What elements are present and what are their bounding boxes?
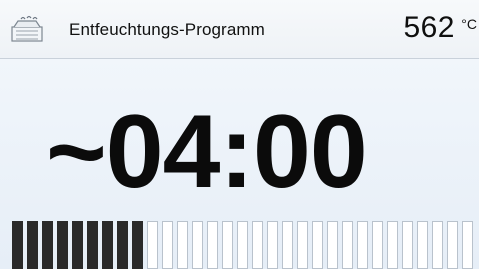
progress-segment-filled bbox=[12, 221, 23, 269]
progress-segment-empty bbox=[447, 221, 458, 269]
progress-segment-empty bbox=[402, 221, 413, 269]
progress-segment-empty bbox=[387, 221, 398, 269]
progress-segment-empty bbox=[327, 221, 338, 269]
progress-segment-empty bbox=[297, 221, 308, 269]
progress-segment-empty bbox=[432, 221, 443, 269]
progress-segment-empty bbox=[417, 221, 428, 269]
progress-bar bbox=[12, 221, 479, 269]
progress-segment-filled bbox=[117, 221, 128, 269]
progress-segment-empty bbox=[312, 221, 323, 269]
progress-segment-filled bbox=[72, 221, 83, 269]
progress-segment-empty bbox=[342, 221, 353, 269]
progress-segment-filled bbox=[42, 221, 53, 269]
progress-segment-filled bbox=[132, 221, 143, 269]
progress-segment-empty bbox=[207, 221, 218, 269]
progress-segment-empty bbox=[177, 221, 188, 269]
program-title: Entfeuchtungs-Programm bbox=[69, 20, 265, 39]
progress-segment-filled bbox=[87, 221, 98, 269]
progress-segment-empty bbox=[267, 221, 278, 269]
progress-segment-empty bbox=[237, 221, 248, 269]
progress-segment-empty bbox=[192, 221, 203, 269]
progress-segment-empty bbox=[252, 221, 263, 269]
progress-segment-filled bbox=[102, 221, 113, 269]
header-bar: Entfeuchtungs-Programm 562 °C bbox=[0, 0, 479, 59]
progress-segment-filled bbox=[57, 221, 68, 269]
progress-segment-empty bbox=[222, 221, 233, 269]
progress-segment-empty bbox=[372, 221, 383, 269]
progress-segment-empty bbox=[282, 221, 293, 269]
dehumidify-program-icon bbox=[11, 15, 43, 42]
progress-segment-empty bbox=[147, 221, 158, 269]
progress-segment-empty bbox=[162, 221, 173, 269]
temperature-value: 562 bbox=[403, 11, 455, 44]
oven-display: Entfeuchtungs-Programm 562 °C ~04:00 bbox=[0, 0, 479, 269]
temperature-unit: °C bbox=[461, 16, 477, 32]
progress-segment-empty bbox=[462, 221, 473, 269]
remaining-time: ~04:00 bbox=[46, 94, 368, 210]
progress-segment-empty bbox=[357, 221, 368, 269]
progress-segment-filled bbox=[27, 221, 38, 269]
